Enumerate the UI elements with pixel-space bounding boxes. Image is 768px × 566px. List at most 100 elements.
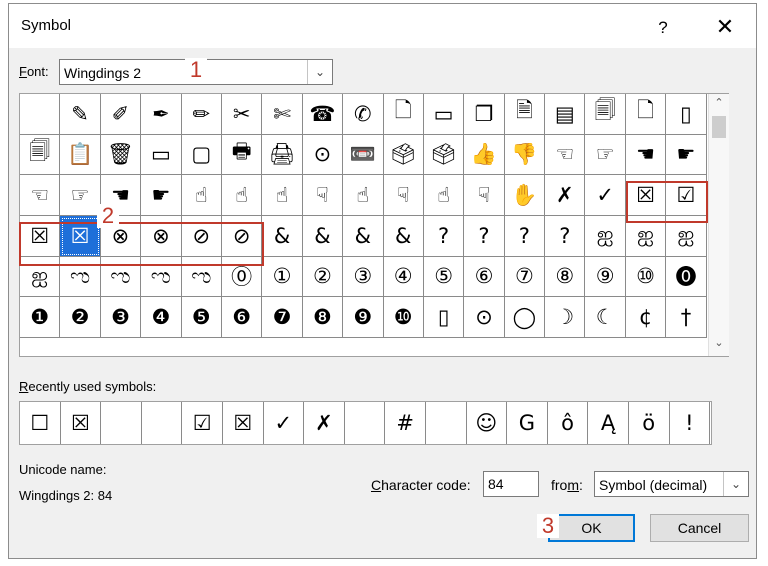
symbol-cell[interactable]: ❺: [181, 297, 222, 338]
help-button[interactable]: ?: [649, 14, 677, 42]
symbol-cell[interactable]: ☞: [60, 175, 101, 216]
symbol-cell[interactable]: 🗑: [100, 134, 142, 176]
symbol-cell[interactable]: ☝: [423, 175, 465, 216]
symbol-cell[interactable]: ▯: [666, 94, 707, 135]
symbol-cell[interactable]: ☛: [666, 134, 707, 176]
scroll-down-icon[interactable]: ⌄: [709, 336, 729, 352]
symbol-cell[interactable]: ☟: [302, 175, 344, 216]
symbol-cell[interactable]: ❸: [100, 297, 142, 338]
symbol-cell[interactable]: ☝: [343, 175, 384, 216]
symbol-cell[interactable]: †: [666, 297, 707, 338]
symbol-cell[interactable]: ⓿: [666, 256, 707, 298]
symbol-cell[interactable]: ✒: [141, 94, 182, 135]
recent-symbol-cell[interactable]: ✗: [304, 402, 345, 444]
recent-symbol-cell[interactable]: [426, 402, 467, 444]
recent-symbol-cell[interactable]: [345, 402, 386, 444]
recent-symbol-cell[interactable]: ☒: [61, 402, 102, 444]
symbol-cell[interactable]: ①: [262, 256, 303, 298]
symbol-cell[interactable]: ¢: [625, 297, 667, 338]
symbol-cell[interactable]: ✆: [343, 94, 384, 135]
symbol-cell[interactable]: 📋: [60, 134, 101, 176]
symbol-cell[interactable]: ❐: [464, 94, 505, 135]
symbol-cell[interactable]: ❹: [141, 297, 182, 338]
symbol-cell[interactable]: ◯: [504, 297, 546, 338]
symbol-cell[interactable]: &: [262, 215, 303, 257]
symbol-cell[interactable]: ▢: [181, 134, 222, 176]
symbol-cell[interactable]: ⊙: [302, 134, 344, 176]
symbol-cell[interactable]: &: [383, 215, 424, 257]
symbol-cell[interactable]: ☜: [20, 175, 61, 216]
symbol-cell[interactable]: ?: [504, 215, 546, 257]
symbol-cell[interactable]: ⊙: [464, 297, 505, 338]
recent-symbol-cell[interactable]: ☐: [20, 402, 61, 444]
recent-symbol-cell[interactable]: Ą: [588, 402, 629, 444]
symbol-cell[interactable]: 🗳: [423, 134, 465, 176]
symbol-cell[interactable]: ☟: [383, 175, 424, 216]
symbol-cell[interactable]: 🗳: [383, 134, 424, 176]
symbol-cell[interactable]: 🗐: [20, 134, 61, 176]
recent-symbol-cell[interactable]: !: [670, 402, 711, 444]
symbol-cell[interactable]: ✎: [60, 94, 101, 135]
symbol-cell[interactable]: ❶: [20, 297, 61, 338]
recent-symbol-cell[interactable]: [142, 402, 183, 444]
symbol-cell[interactable]: ❽: [302, 297, 344, 338]
symbol-cell[interactable]: ❷: [60, 297, 101, 338]
ok-button[interactable]: OK: [548, 514, 635, 542]
symbol-cell[interactable]: ✄: [262, 94, 303, 135]
symbol-cell[interactable]: &: [302, 215, 344, 257]
recent-symbol-cell[interactable]: ö: [629, 402, 670, 444]
chevron-down-icon[interactable]: ⌄: [723, 472, 748, 496]
symbol-cell[interactable]: &: [343, 215, 384, 257]
character-code-input[interactable]: 84: [483, 471, 539, 497]
cancel-button[interactable]: Cancel: [650, 514, 749, 542]
scroll-up-icon[interactable]: ⌃: [709, 96, 729, 112]
symbol-cell[interactable]: ②: [302, 256, 344, 298]
symbol-cell[interactable]: ☚: [625, 134, 667, 176]
symbol-cell[interactable]: ☟: [464, 175, 505, 216]
symbol-cell[interactable]: 👍: [464, 134, 505, 176]
symbol-cell[interactable]: ⑤: [423, 256, 465, 298]
symbol-cell[interactable]: ☛: [141, 175, 182, 216]
symbol-cell[interactable]: ⑥: [464, 256, 505, 298]
symbol-cell[interactable]: ③: [343, 256, 384, 298]
recent-symbol-cell[interactable]: #: [385, 402, 426, 444]
recent-symbol-cell[interactable]: [101, 402, 142, 444]
recent-symbol-cell[interactable]: ☒: [223, 402, 264, 444]
scroll-thumb[interactable]: [712, 116, 726, 138]
symbol-cell[interactable]: ஐ: [585, 215, 626, 257]
symbol-cell[interactable]: ④: [383, 256, 424, 298]
symbol-cell[interactable]: ?: [423, 215, 465, 257]
symbol-cell[interactable]: ✋: [504, 175, 546, 216]
symbol-cell[interactable]: 🗋: [383, 94, 424, 135]
symbol-cell[interactable]: ✏: [181, 94, 222, 135]
symbol-cell[interactable]: ⑦: [504, 256, 546, 298]
symbol-cell[interactable]: 🖨: [262, 134, 303, 176]
symbol-cell[interactable]: ❿: [383, 297, 424, 338]
recent-symbol-cell[interactable]: ☑: [182, 402, 223, 444]
symbol-cell[interactable]: ▭: [423, 94, 465, 135]
symbol-cell[interactable]: 🖶: [221, 134, 263, 176]
grid-scrollbar[interactable]: ⌃ ⌄: [708, 94, 729, 356]
symbol-cell[interactable]: ☎: [302, 94, 344, 135]
symbol-cell[interactable]: ⑨: [585, 256, 626, 298]
symbol-cell[interactable]: ☾: [585, 297, 626, 338]
symbol-cell[interactable]: ⑧: [545, 256, 586, 298]
symbol-cell[interactable]: ☝: [262, 175, 303, 216]
symbol-cell[interactable]: ☝: [221, 175, 263, 216]
symbol-cell[interactable]: 🗋: [625, 94, 667, 135]
symbol-cell[interactable]: ▤: [545, 94, 586, 135]
symbol-cell[interactable]: [20, 94, 61, 135]
symbol-cell[interactable]: ❻: [221, 297, 263, 338]
symbol-cell[interactable]: ✐: [100, 94, 142, 135]
symbol-cell[interactable]: ✂: [221, 94, 263, 135]
symbol-cell[interactable]: 🗐: [585, 94, 626, 135]
symbol-cell[interactable]: ✗: [545, 175, 586, 216]
chevron-down-icon[interactable]: ⌄: [307, 60, 332, 84]
symbol-cell[interactable]: ☞: [585, 134, 626, 176]
symbol-cell[interactable]: ?: [464, 215, 505, 257]
from-dropdown[interactable]: Symbol (decimal) ⌄: [594, 471, 749, 497]
symbol-cell[interactable]: 👎: [504, 134, 546, 176]
symbol-cell[interactable]: ☜: [545, 134, 586, 176]
symbol-cell[interactable]: ▭: [141, 134, 182, 176]
recent-symbol-cell[interactable]: G: [507, 402, 548, 444]
